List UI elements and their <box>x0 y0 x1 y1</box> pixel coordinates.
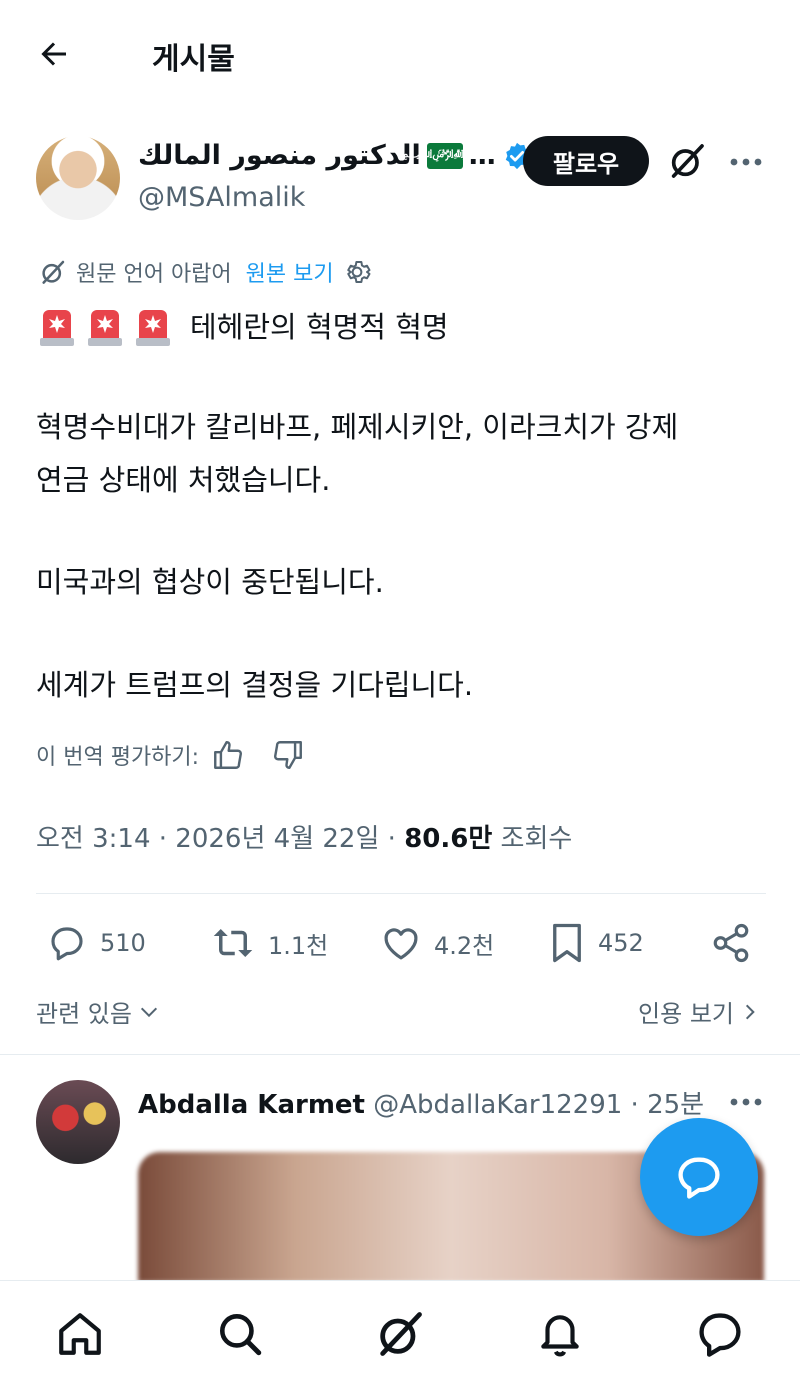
repost-count: 1.1천 <box>268 931 329 960</box>
like-action[interactable]: 4.2천 <box>380 922 494 964</box>
chevron-right-icon <box>745 1004 755 1019</box>
reply-time: 25분 <box>647 1090 705 1120</box>
translation-source-label: 원문 언어 아랍어 <box>76 262 232 287</box>
view-count: 80.6만 <box>404 824 493 854</box>
grok-button[interactable] <box>664 138 710 184</box>
grok-icon <box>671 144 704 178</box>
reply-author-avatar[interactable] <box>36 1080 120 1164</box>
arrow-left-icon <box>41 42 66 66</box>
post-meta: 오전 3:14 · 2026년 4월 22일 · 80.6만 조회수 <box>36 818 572 855</box>
chat-bubble-icon <box>678 1157 720 1199</box>
reply-count: 510 <box>100 929 146 957</box>
more-options-button[interactable] <box>724 142 768 182</box>
quotes-label: 인용 보기 <box>638 1000 734 1028</box>
view-quotes-link[interactable]: 인용 보기 <box>638 994 760 1029</box>
post-line: 미국과의 협상이 중단됩니다. <box>36 565 384 599</box>
page-title: 게시물 <box>152 42 235 77</box>
thumbs-down-icon[interactable] <box>271 738 305 772</box>
name-ellipsis: … <box>468 140 496 171</box>
thumbs-up-icon[interactable] <box>211 738 245 772</box>
like-count: 4.2천 <box>434 931 495 960</box>
divider <box>36 893 766 894</box>
reply-icon <box>51 927 83 961</box>
post-line: 세계가 트럼프의 결정을 기다립니다. <box>36 668 474 702</box>
author-name-row[interactable]: الدكتور منصور المالك ﷽ … <box>138 140 532 171</box>
post-time: 오전 3:14 <box>36 824 151 854</box>
bookmark-action[interactable]: 452 <box>548 922 644 964</box>
author-handle[interactable]: @MSAlmalik <box>138 182 305 213</box>
more-horizontal-icon <box>730 158 762 166</box>
chevron-down-icon <box>140 1007 157 1017</box>
tab-home[interactable] <box>50 1304 110 1364</box>
author-name: الدكتور منصور المالك <box>138 140 421 171</box>
bell-icon <box>541 1315 579 1357</box>
siren-icon <box>40 310 74 346</box>
translation-info: 원문 언어 아랍어 원본 보기 <box>38 256 372 288</box>
tab-search[interactable] <box>210 1304 270 1364</box>
bookmark-icon <box>553 923 581 963</box>
reply-header: Abdalla Karmet @AbdallaKar12291 · 25분 <box>138 1084 704 1121</box>
repost-icon <box>213 929 253 957</box>
tab-messages[interactable] <box>690 1304 750 1364</box>
share-icon <box>713 923 749 963</box>
repost-action[interactable]: 1.1천 <box>210 922 328 964</box>
rate-translation-label: 이 번역 평가하기: <box>36 745 200 770</box>
search-icon <box>220 1314 262 1356</box>
view-count-label: 조회수 <box>500 824 573 854</box>
reply-author-name[interactable]: Abdalla Karmet <box>138 1090 365 1120</box>
post-line: 혁명수비대가 칼리바프, 페제시키안, 이라크치가 강제 <box>36 410 679 444</box>
siren-emojis <box>36 304 174 348</box>
separator: · <box>158 824 168 854</box>
post-line: 연금 상태에 처했습니다. <box>36 463 331 497</box>
follow-button[interactable]: 팔로우 <box>523 136 649 186</box>
author-avatar[interactable] <box>36 136 120 220</box>
separator: · <box>630 1090 639 1120</box>
reply-action[interactable]: 510 <box>46 922 146 964</box>
heart-icon <box>384 928 418 960</box>
tab-notifications[interactable] <box>530 1304 590 1364</box>
post-line-title: 테헤란의 혁명적 혁명 <box>190 310 449 344</box>
siren-icon <box>88 310 122 346</box>
divider <box>0 1054 800 1055</box>
grok-icon <box>380 1312 422 1356</box>
more-horizontal-icon <box>730 1098 762 1106</box>
saudi-flag-icon: ﷽ <box>403 142 487 169</box>
back-button[interactable] <box>34 34 74 74</box>
reply-more-button[interactable] <box>724 1082 768 1122</box>
gear-icon[interactable] <box>342 257 372 287</box>
bookmark-count: 452 <box>598 929 644 957</box>
share-action[interactable] <box>710 922 752 964</box>
rate-translation: 이 번역 평가하기: <box>36 738 305 772</box>
reply-author-handle[interactable]: @AbdallaKar12291 <box>373 1090 622 1120</box>
home-icon <box>59 1313 101 1355</box>
related-label: 관련 있음 <box>36 1000 132 1028</box>
related-toggle[interactable]: 관련 있음 <box>36 994 160 1029</box>
tab-grok[interactable] <box>370 1304 430 1364</box>
grok-icon <box>42 260 65 284</box>
post-date: 2026년 4월 22일 <box>175 824 380 854</box>
siren-icon <box>136 310 170 346</box>
compose-reply-button[interactable] <box>640 1118 758 1236</box>
message-icon <box>699 1313 741 1357</box>
separator: · <box>387 824 396 854</box>
view-original-link[interactable]: 원본 보기 <box>246 256 334 288</box>
